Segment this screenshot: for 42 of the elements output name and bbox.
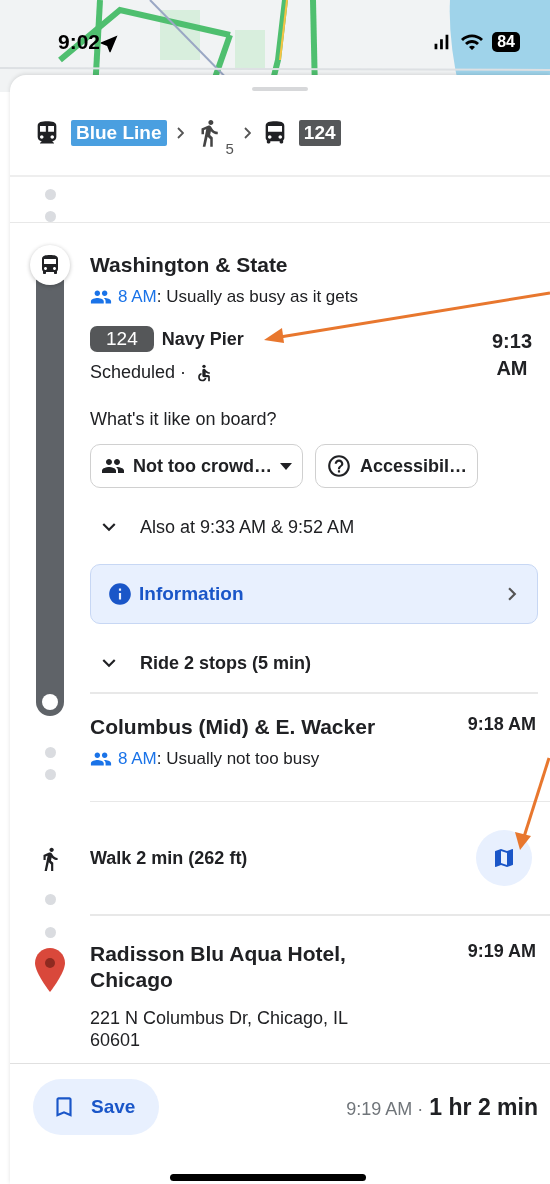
arrival-time: 9:19 AM [467,940,537,962]
destination-name: Radisson Blu Aqua Hotel, Chicago [90,940,347,993]
schedule-status: Scheduled · [90,362,187,383]
busy-text: 8 AM: Usually not too busy [118,748,320,769]
map-icon [492,846,516,870]
accessibility-chip[interactable]: Accessibil… [315,444,479,488]
info-icon [107,581,133,607]
route-number: 124 [90,326,154,352]
departure-period: AM [496,356,528,380]
line-badge: Blue Line [71,120,167,146]
crowd-dropdown[interactable]: Not too crowd… [90,444,303,488]
timeline-dot [44,746,56,758]
timeline-dot [44,189,56,200]
timeline-dot [44,211,56,222]
chevron-right-icon [176,127,184,139]
drag-handle[interactable] [252,87,308,91]
trip-duration: 1 hr 2 min [429,1093,538,1121]
battery-level: 84 [492,32,520,52]
timeline-dot [44,894,56,905]
departure-time: 9:13 [491,329,532,353]
stop-name: Washington & State [90,252,289,278]
chevron-right-icon [243,127,251,139]
question-text: What's it like on board? [90,409,278,430]
headsign: Navy Pier [161,328,244,350]
destination-address: 221 N Columbus Dr, Chicago, IL 60601 [90,1006,349,1051]
help-icon [326,453,352,479]
walk-minutes: 5 [225,140,234,157]
walk-text: Walk 2 min (262 ft) [90,847,248,869]
arrival-time: 9:18 AM [467,713,537,735]
stop-name: Columbus (Mid) & E. Wacker [90,713,376,740]
save-button[interactable]: Save [33,1079,160,1135]
dropdown-icon [280,462,292,470]
departures-toggle[interactable]: Also at 9:33 AM & 9:52 AM [90,514,355,540]
busy-text: 8 AM: Usually as busy as it gets [118,287,358,307]
timeline-dot [44,768,56,780]
map-button[interactable] [476,830,532,886]
stops-toggle[interactable]: Ride 2 stops (5 min) [90,650,312,676]
route-badge: 124 [298,120,341,146]
timeline-dot [44,926,56,938]
arrival-time: 9:19 AM · [346,1098,424,1120]
destination-pin-icon [35,947,65,992]
information-button[interactable]: Information [90,564,538,624]
